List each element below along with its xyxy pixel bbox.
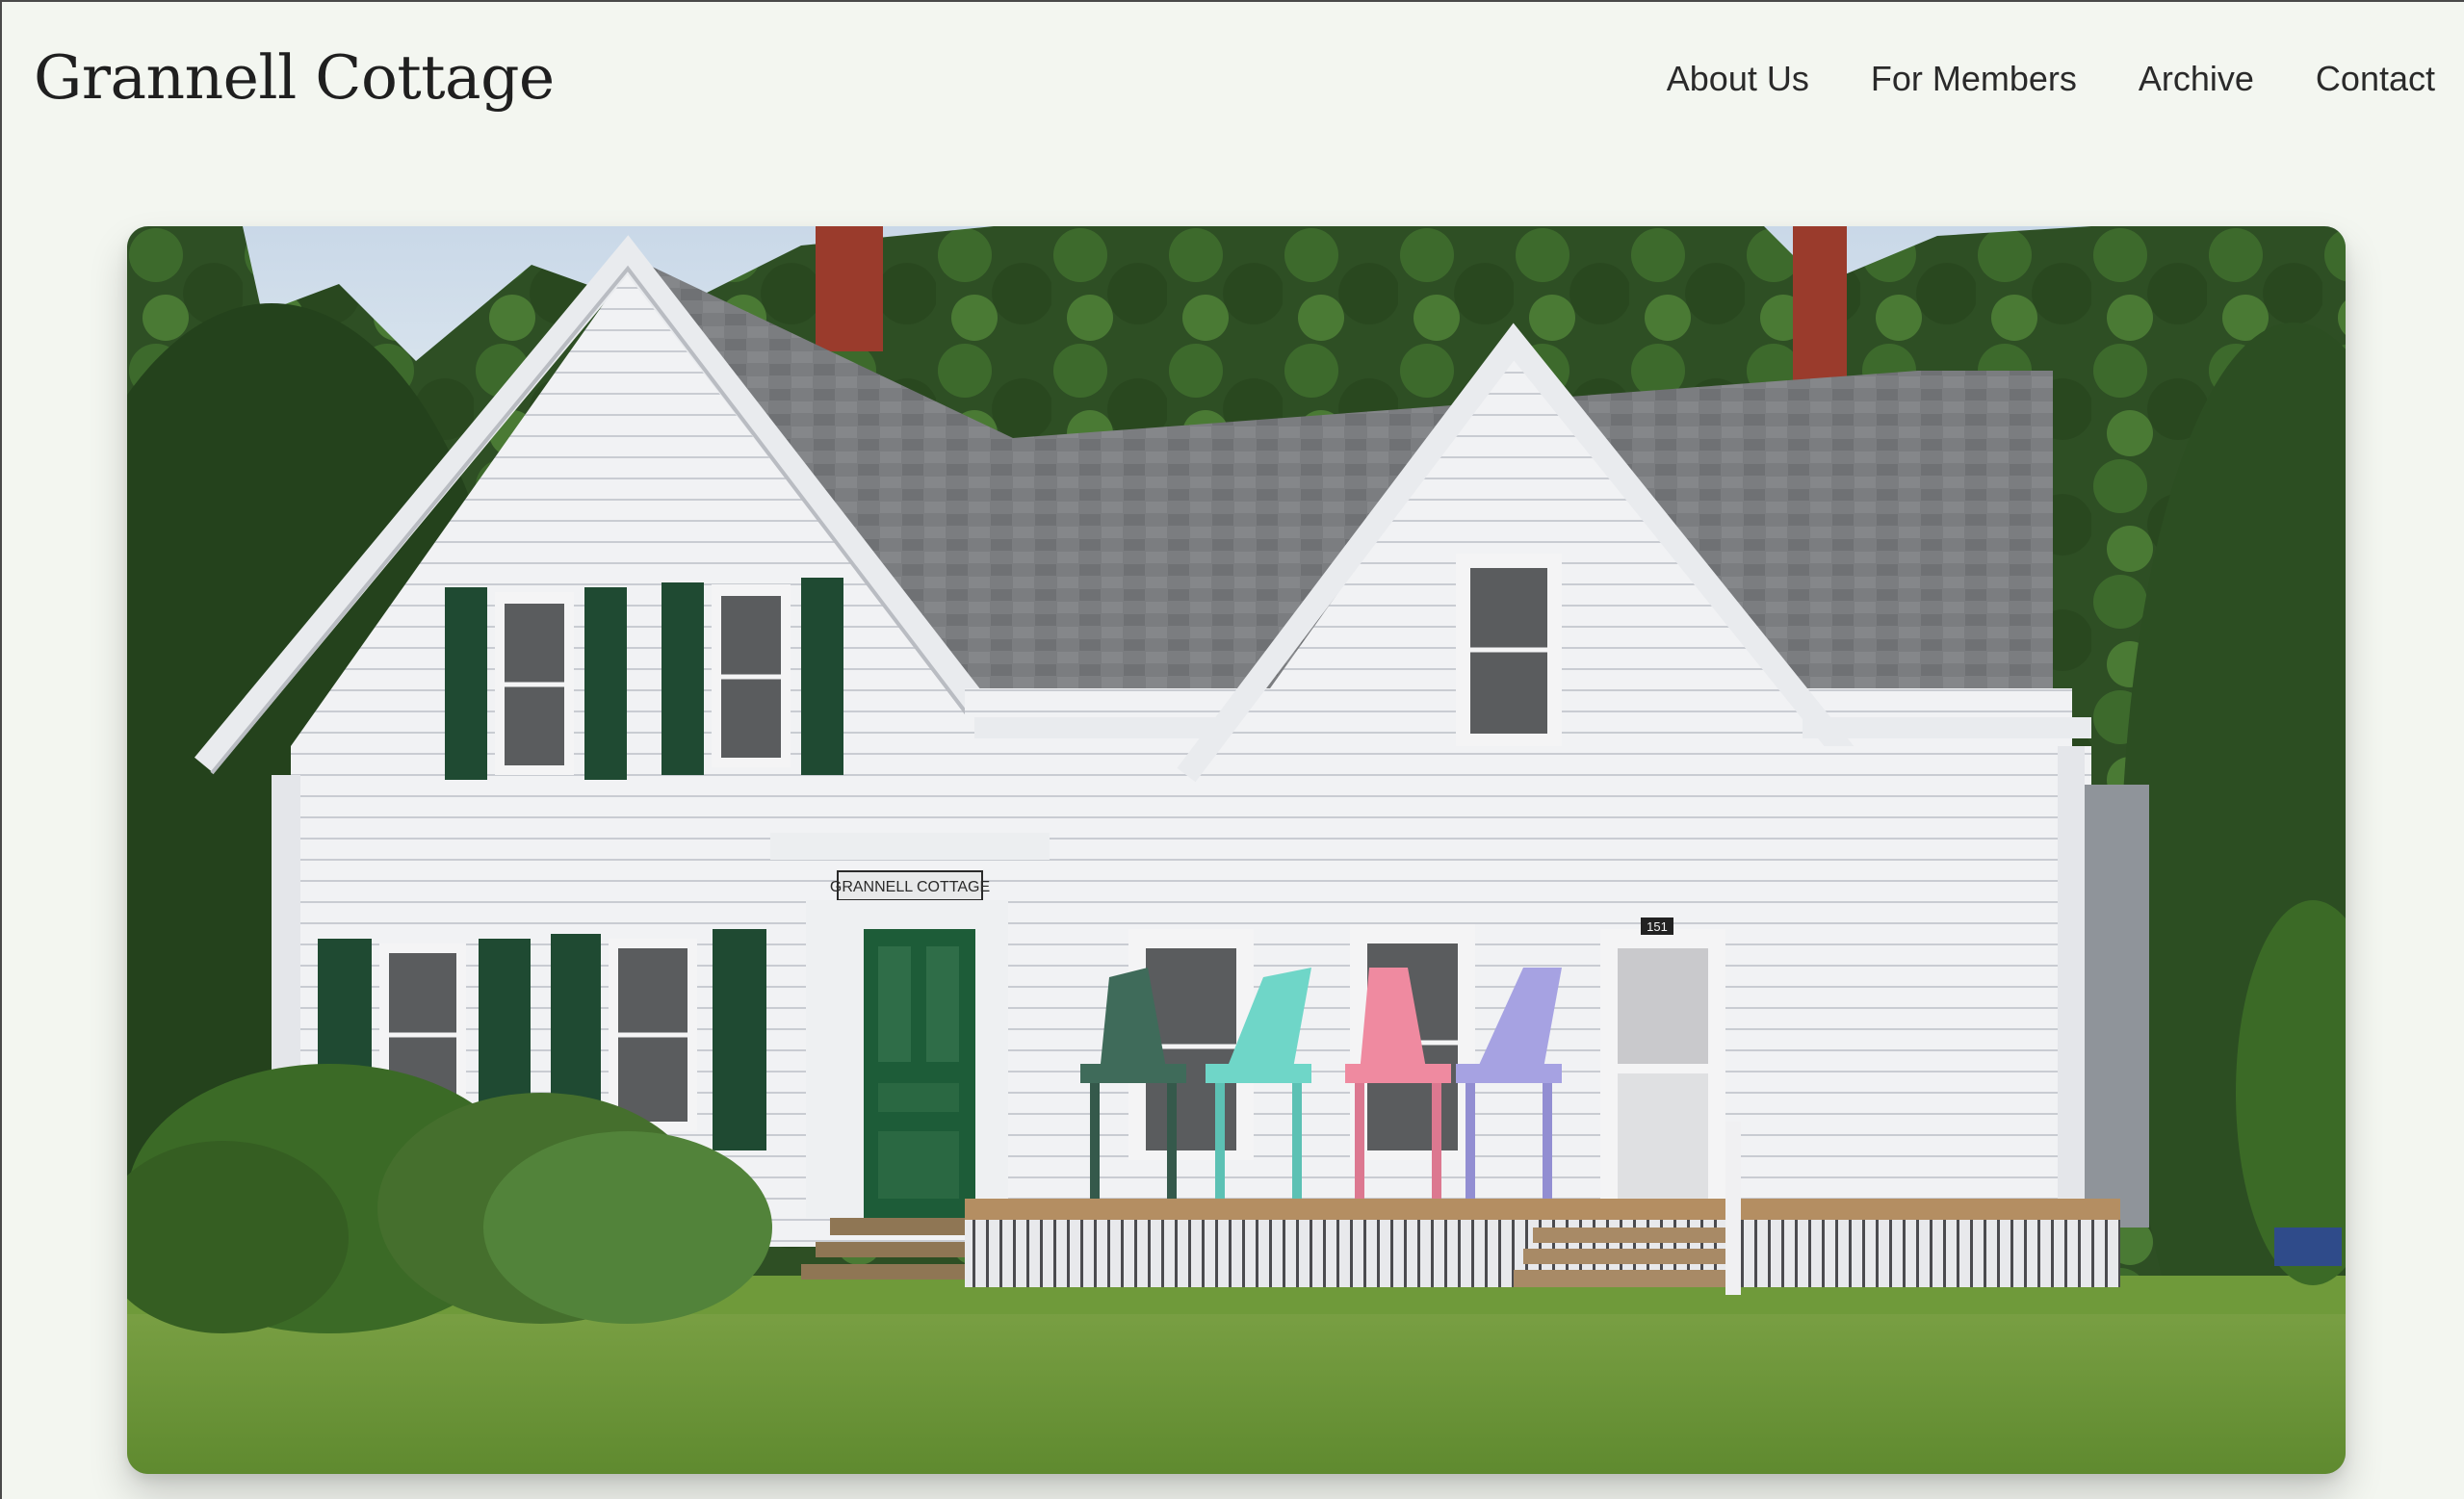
nav-link-archive[interactable]: Archive	[2139, 62, 2254, 96]
site-header: Grannell Cottage About Us For Members Ar…	[2, 2, 2464, 166]
site-title[interactable]: Grannell Cottage	[34, 44, 555, 112]
cottage-photo: GRANNELL COTTAGE 151	[127, 226, 2346, 1474]
cottage-sign: GRANNELL COTTAGE	[830, 879, 990, 895]
hero-image: GRANNELL COTTAGE 151	[127, 226, 2346, 1474]
nav-link-contact[interactable]: Contact	[2316, 62, 2435, 96]
upper-window-left	[445, 587, 627, 780]
nav-link-for-members[interactable]: For Members	[1871, 62, 2077, 96]
main-nav: About Us For Members Archive Contact	[1605, 62, 2435, 96]
house-number: 151	[1647, 919, 1668, 934]
upper-window-right	[661, 578, 843, 775]
nav-link-about-us[interactable]: About Us	[1667, 62, 1809, 96]
